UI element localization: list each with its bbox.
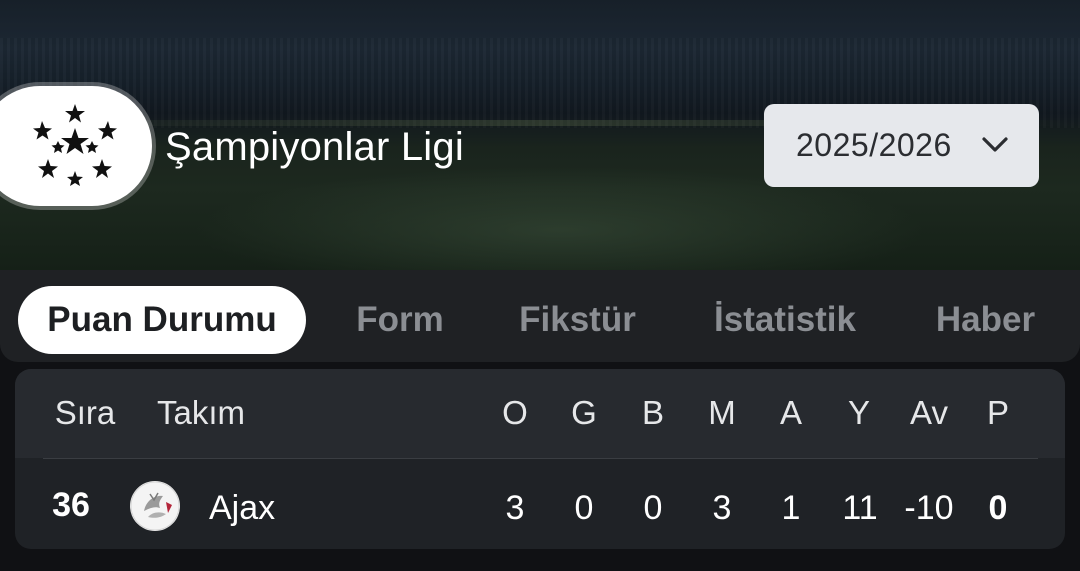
standings-table: Sıra Takım O G B M A Y Av P 36 Ajax 3 0 … [15,369,1065,549]
header-played: O [502,394,528,431]
header-lost: M [708,394,736,431]
row-team-name: Ajax [209,489,276,527]
header-drawn: B [641,394,664,431]
row-goals-for: 1 [781,489,801,527]
row-rank: 36 [52,486,90,524]
season-dropdown[interactable]: 2025/2026 [764,104,1039,187]
row-won: 0 [574,489,594,527]
row-points: 0 [988,489,1008,527]
tab-form[interactable]: Form [340,286,460,354]
header-points: P [986,394,1009,431]
row-goals-against: 11 [842,489,878,527]
header-team: Takım [157,394,246,431]
chevron-down-icon [982,137,1008,152]
row-drawn: 0 [643,489,663,527]
league-logo [0,86,152,206]
header-rank: Sıra [54,394,116,431]
header-goals-for: A [779,394,802,431]
season-value: 2025/2026 [796,127,952,163]
ajax-crest-icon [130,481,180,531]
row-played: 3 [505,489,525,527]
row-goal-diff: -10 [904,489,954,527]
header-won: G [571,394,597,431]
row-lost: 3 [712,489,732,527]
tab-bar: Puan Durumu Form Fikstür İstatistik Habe… [0,270,1080,362]
header-divider [43,458,1038,459]
tab-puan-durumu[interactable]: Puan Durumu [18,286,306,354]
league-title: Şampiyonlar Ligi [165,125,464,169]
tab-haber[interactable]: Haber [918,286,1053,354]
tab-fikstur[interactable]: Fikstür [500,286,655,354]
header-goals-against: Y [847,394,870,431]
header-goal-diff: Av [910,394,948,431]
header-banner: Şampiyonlar Ligi 2025/2026 [0,0,1080,270]
tab-istatistik[interactable]: İstatistik [695,286,875,354]
champions-league-starball-icon [33,104,117,188]
